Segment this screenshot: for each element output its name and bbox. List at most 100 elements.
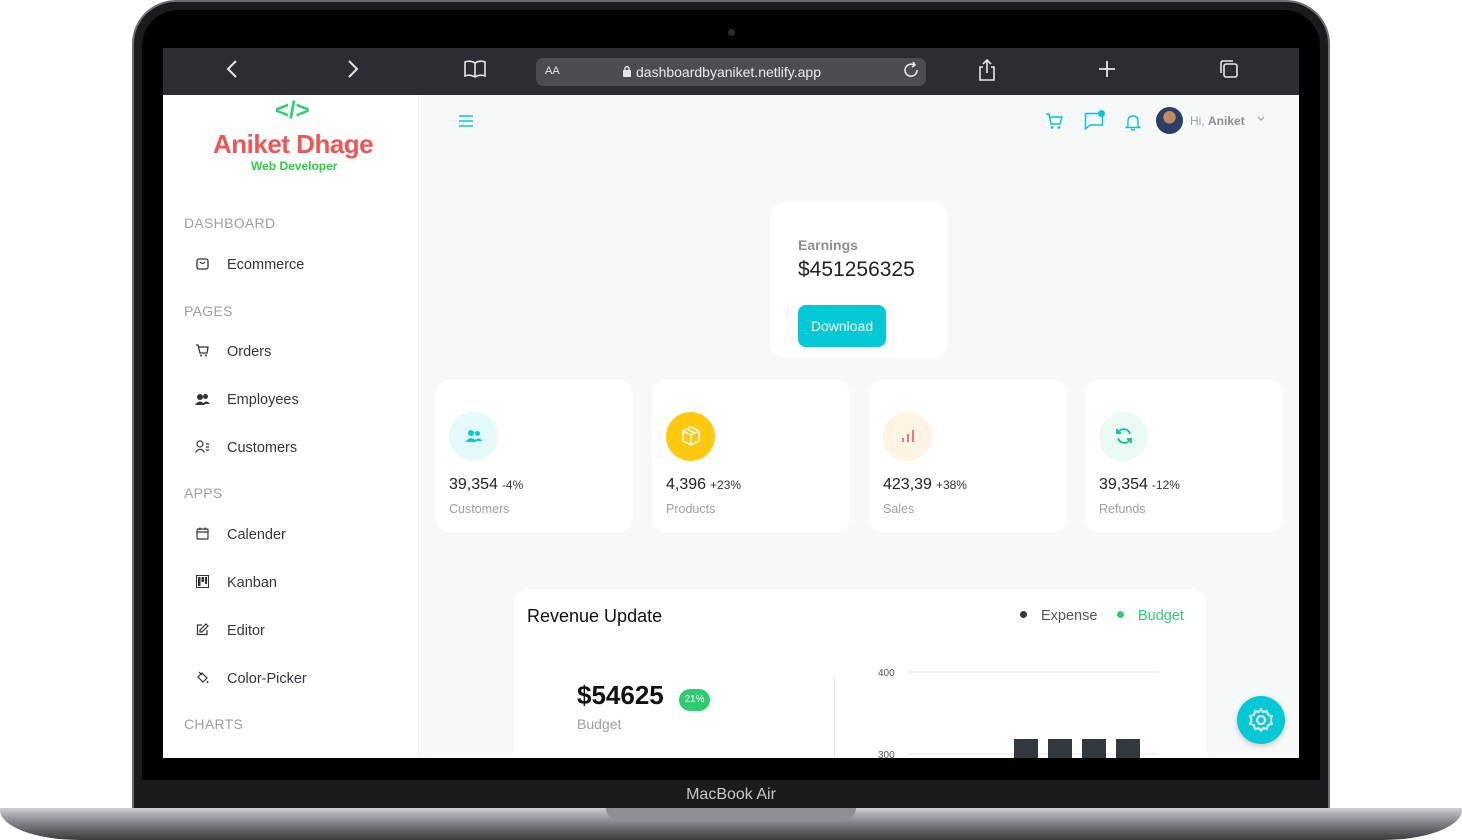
sidebar-item-ecommerce[interactable]: Ecommerce [193, 250, 304, 280]
sidebar-item-orders[interactable]: Orders [193, 337, 271, 367]
laptop-notch [606, 808, 856, 820]
bar[interactable] [1014, 739, 1038, 758]
legend-expense[interactable]: Expense [1020, 608, 1097, 624]
cart-icon[interactable] [1045, 113, 1063, 135]
screen: AA dashboardbyaniket.netlify.app </> Ani… [163, 48, 1299, 758]
customers-icon [193, 440, 211, 456]
sidebar-item-customers[interactable]: Customers [193, 433, 297, 463]
gear-icon [1249, 708, 1273, 732]
plus-icon[interactable] [1094, 59, 1120, 85]
chevron-down-icon[interactable] [1257, 114, 1265, 125]
menu-icon[interactable] [458, 112, 474, 133]
stat-label: Sales [883, 502, 915, 516]
chevron-left-icon[interactable] [219, 59, 245, 85]
y-tick-label: 300 [878, 750, 895, 758]
sidebar-item-label: Editor [227, 623, 265, 639]
sidebar-item-editor[interactable]: Editor [193, 616, 265, 646]
sidebar-item-label: Customers [227, 440, 298, 456]
download-button[interactable]: Download [798, 305, 886, 347]
section-apps: APPS [184, 485, 223, 501]
camera [728, 29, 735, 36]
bar[interactable] [1116, 739, 1140, 758]
box-icon[interactable] [666, 412, 715, 461]
stat-card-refunds: 39,354 -12% Refunds [1085, 380, 1283, 532]
stat-label: Customers [449, 502, 510, 516]
refresh-icon[interactable] [1099, 412, 1148, 461]
stat-change: +23% [710, 478, 742, 492]
sidebar-item-color-picker[interactable]: Color-Picker [193, 664, 307, 694]
stat-number: 4,396 [666, 476, 707, 493]
bar[interactable] [1082, 739, 1106, 758]
kanban-icon [193, 575, 211, 591]
section-pages: PAGES [184, 303, 233, 319]
sidebar-item-label: Calender [227, 527, 286, 543]
greeting-text: Hi, [1190, 114, 1205, 128]
customers-icon[interactable] [449, 412, 498, 461]
settings-button[interactable] [1237, 696, 1285, 744]
stat-value: 39,354 -12% [1099, 476, 1180, 494]
revenue-bar-chart: 400 300 [878, 668, 1159, 758]
legend-label: Budget [1138, 608, 1184, 624]
employees-icon [193, 393, 211, 408]
stat-label: Refunds [1099, 502, 1146, 516]
sidebar-item-label: Orders [227, 344, 272, 360]
earnings-card: Earnings $451256325 Download [770, 202, 948, 358]
avatar[interactable] [1156, 107, 1183, 134]
reload-icon[interactable] [902, 61, 920, 84]
y-tick-label: 400 [878, 668, 895, 679]
sidebar-item-label: Employees [227, 392, 299, 408]
chevron-right-icon[interactable] [340, 59, 366, 85]
tabs-icon[interactable] [1216, 59, 1242, 85]
user-greeting[interactable]: Hi, Aniket [1190, 114, 1245, 128]
book-icon[interactable] [462, 59, 488, 85]
revenue-card: Revenue Update Expense Budget $54625 21%… [514, 589, 1206, 758]
bell-icon[interactable] [1124, 114, 1142, 136]
user-name: Aniket [1208, 114, 1245, 128]
stat-number: 39,354 [1099, 476, 1148, 493]
earnings-value: $451256325 [798, 258, 915, 281]
sidebar-item-label: Kanban [227, 575, 277, 591]
reader-aa-button[interactable]: AA [545, 65, 560, 77]
stat-value: 4,396 +23% [666, 476, 741, 494]
stat-value: 39,354 -4% [449, 476, 523, 494]
stat-card-customers: 39,354 -4% Customers [435, 380, 633, 532]
stat-change: +38% [935, 478, 967, 492]
sidebar-item-calender[interactable]: Calender [193, 520, 286, 550]
budget-percent-badge: 21% [679, 689, 710, 711]
sidebar-item-employees[interactable]: Employees [193, 385, 299, 415]
budget-label: Budget [577, 716, 622, 732]
divider [834, 677, 835, 758]
cart-icon [193, 344, 211, 360]
sidebar-item-label: Color-Picker [227, 671, 307, 687]
share-icon[interactable] [974, 58, 1000, 85]
sidebar-item-label: Ecommerce [227, 257, 305, 273]
stat-number: 39,354 [449, 476, 498, 493]
device-label: MacBook Air [686, 786, 776, 803]
lock-icon [622, 65, 632, 80]
stat-change: -12% [1151, 478, 1180, 492]
stat-value: 423,39 +38% [883, 476, 967, 494]
section-dashboard: DASHBOARD [184, 215, 276, 231]
bar[interactable] [1048, 739, 1072, 758]
earnings-label: Earnings [798, 237, 858, 253]
stat-number: 423,39 [883, 476, 932, 493]
legend-dot [1117, 610, 1124, 618]
url-text[interactable]: dashboardbyaniket.netlify.app [636, 64, 821, 80]
calendar-icon [193, 527, 211, 543]
budget-amount: $54625 [577, 680, 664, 710]
revenue-title: Revenue Update [527, 606, 663, 626]
legend-dot [1020, 610, 1027, 618]
chat-icon[interactable] [1084, 112, 1104, 135]
logo-code-icon[interactable]: </> [275, 97, 310, 125]
logo-name[interactable]: Aniket Dhage [213, 129, 374, 160]
stat-card-products: 4,396 +23% Products [652, 380, 850, 532]
legend-label: Expense [1041, 608, 1098, 624]
sidebar-item-kanban[interactable]: Kanban [193, 568, 277, 598]
bar-chart-icon[interactable] [883, 412, 932, 461]
stat-card-sales: 423,39 +38% Sales [869, 380, 1067, 532]
logo-subtitle: Web Developer [251, 159, 338, 173]
url-bar[interactable]: AA dashboardbyaniket.netlify.app [536, 58, 926, 86]
legend-budget[interactable]: Budget [1117, 608, 1184, 624]
browser-toolbar: AA dashboardbyaniket.netlify.app [163, 48, 1299, 95]
section-charts: CHARTS [184, 716, 244, 732]
